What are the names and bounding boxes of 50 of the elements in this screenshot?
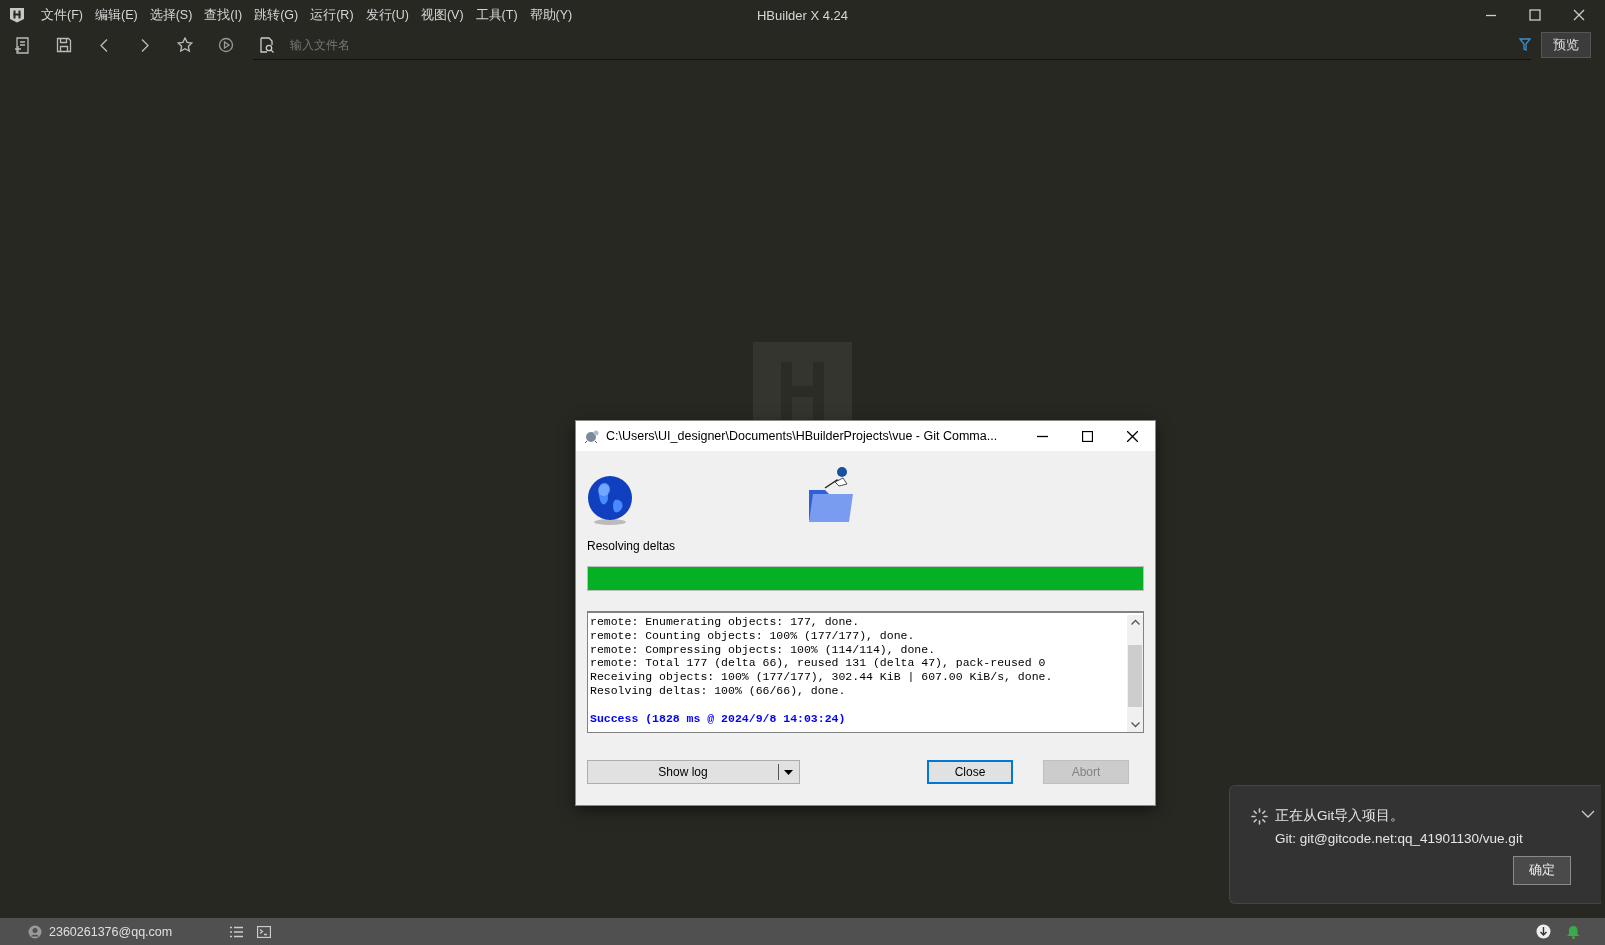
background-logo-icon	[753, 342, 852, 421]
show-log-button[interactable]: Show log	[587, 760, 800, 784]
scroll-down-icon[interactable]	[1130, 722, 1140, 728]
menu-item[interactable]: 选择(S)	[143, 6, 199, 24]
chevron-down-icon[interactable]	[1581, 810, 1595, 818]
log-line: remote: Compressing objects: 100% (114/114), done.	[590, 642, 937, 657]
download-icon[interactable]	[1536, 924, 1551, 939]
account-email[interactable]: 2360261376@qq.com	[49, 924, 173, 939]
menu-item[interactable]: 帮助(Y)	[523, 6, 579, 24]
window-title: HBuilder X 4.24	[756, 7, 849, 23]
confirm-button[interactable]: 确定	[1513, 856, 1571, 885]
filter-icon[interactable]	[1519, 38, 1531, 51]
save-icon[interactable]	[56, 37, 72, 53]
scroll-up-icon[interactable]	[1130, 619, 1140, 625]
notification-detail: Git: git@gitcode.net:qq_41901130/vue.git	[1275, 831, 1524, 846]
app-logo-icon	[9, 7, 25, 23]
bell-icon[interactable]	[1567, 924, 1580, 939]
status-text: Resolving deltas	[587, 539, 677, 553]
star-icon[interactable]	[177, 37, 193, 53]
user-icon[interactable]	[28, 924, 42, 939]
new-file-icon[interactable]	[14, 36, 31, 54]
log-line: Resolving deltas: 100% (66/66), done.	[590, 684, 847, 698]
dialog-button[interactable]: Close	[927, 760, 1013, 784]
menu-item[interactable]: 文件(F)	[35, 6, 89, 24]
log-line: remote: Counting objects: 100% (177/177), done.	[590, 628, 916, 643]
scrollbar-thumb[interactable]	[1128, 645, 1142, 707]
menu-item[interactable]: 视图(V)	[414, 6, 470, 24]
menu-item[interactable]: 发行(U)	[359, 6, 415, 24]
log-line: remote: Enumerating objects: 177, done.	[590, 615, 861, 629]
preview-button[interactable]: 预览	[1541, 32, 1591, 58]
play-icon[interactable]	[218, 37, 234, 53]
log-line: remote: Total 177 (delta 66), reused 131 (delta 47), pack-reused 0	[590, 656, 1047, 671]
log-line: Receiving objects: 100% (177/177), 302.44 KiB | 607.00 KiB/s, done.	[590, 670, 1054, 684]
menu-item[interactable]: 运行(R)	[304, 6, 360, 24]
dialog-title: C:\Users\UI_designer\Documents\HBuilderProjects\vue - Git Comma...	[606, 429, 999, 443]
menu-item[interactable]: 跳转(G)	[248, 6, 305, 24]
maximize-icon[interactable]	[1082, 430, 1093, 442]
terminal-icon[interactable]	[257, 925, 272, 938]
log-line: Success (1828 ms @ 2024/9/8 14:03:24)	[590, 711, 847, 726]
spinner-icon	[1251, 807, 1268, 825]
menu-item[interactable]: 工具(T)	[469, 6, 524, 24]
close-icon[interactable]	[1127, 430, 1138, 442]
search-field[interactable]: 输入文件名	[288, 36, 592, 53]
globe-icon	[587, 476, 633, 525]
dropdown-caret-icon	[784, 769, 793, 775]
menu-item[interactable]: 查找(I)	[198, 6, 249, 24]
notification-message: 正在从Git导入项目。	[1275, 807, 1405, 825]
list-icon[interactable]	[230, 925, 244, 938]
menu-item[interactable]: 编辑(E)	[88, 6, 144, 24]
file-search-icon[interactable]	[259, 36, 275, 53]
